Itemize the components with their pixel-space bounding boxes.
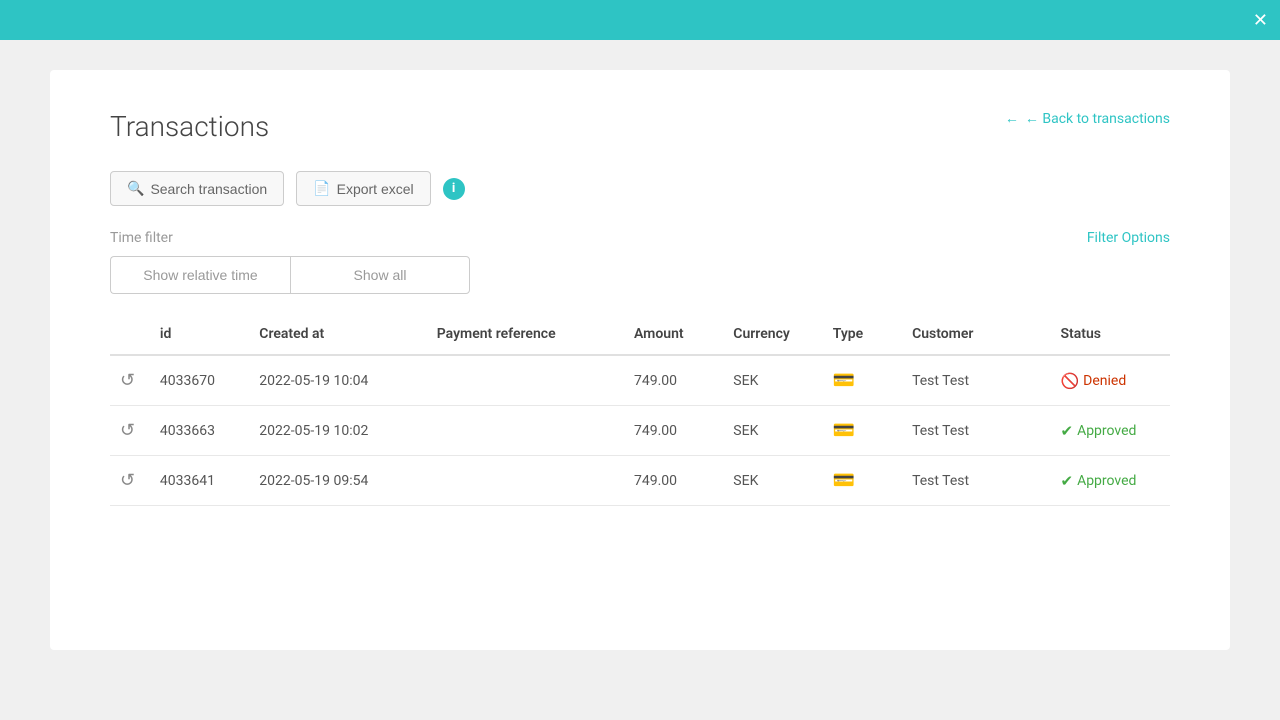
col-header-payref: Payment reference xyxy=(427,314,624,355)
row-amount: 749.00 xyxy=(624,406,723,456)
time-filter-buttons: Show relative time Show all xyxy=(110,256,1170,294)
row-type: 💳 xyxy=(823,406,902,456)
row-amount: 749.00 xyxy=(624,456,723,506)
show-all-button[interactable]: Show all xyxy=(290,256,470,294)
denied-icon: 🚫 xyxy=(1060,372,1079,390)
row-type: 💳 xyxy=(823,456,902,506)
col-header-amount: Amount xyxy=(624,314,723,355)
table-row[interactable]: ↺40336632022-05-19 10:02 749.00SEK 💳 Test T… xyxy=(110,406,1170,456)
row-created-at: 2022-05-19 10:02 xyxy=(249,406,426,456)
row-customer: Test Test xyxy=(902,355,1050,406)
show-relative-time-button[interactable]: Show relative time xyxy=(110,256,290,294)
row-undo-icon[interactable]: ↺ xyxy=(110,355,150,406)
row-amount: 749.00 xyxy=(624,355,723,406)
row-payment-reference xyxy=(427,355,624,406)
check-icon: ✔ xyxy=(1060,422,1073,440)
time-filter-section: Time filter Filter Options Show relative… xyxy=(110,230,1170,294)
col-header-currency: Currency xyxy=(723,314,822,355)
row-status: ✔ Approved xyxy=(1050,406,1170,456)
row-id: 4033670 xyxy=(150,355,249,406)
row-id: 4033663 xyxy=(150,406,249,456)
status-approved: ✔ Approved xyxy=(1060,422,1160,440)
row-undo-icon[interactable]: ↺ xyxy=(110,406,150,456)
time-filter-label: Time filter xyxy=(110,230,173,246)
row-undo-icon[interactable]: ↺ xyxy=(110,456,150,506)
col-header-created: Created at xyxy=(249,314,426,355)
filter-options-link[interactable]: Filter Options xyxy=(1087,230,1170,246)
status-denied: 🚫 Denied xyxy=(1060,372,1160,390)
back-to-transactions-link[interactable]: ← ← Back to transactions xyxy=(1005,110,1170,127)
row-payment-reference xyxy=(427,456,624,506)
toolbar: 🔍 Search transaction 📄 Export excel i xyxy=(110,171,1170,206)
page-wrapper: ← ← Back to transactions Transactions 🔍 … xyxy=(0,40,1280,720)
search-icon: 🔍 xyxy=(127,180,144,197)
row-created-at: 2022-05-19 10:04 xyxy=(249,355,426,406)
content-card: ← ← Back to transactions Transactions 🔍 … xyxy=(50,70,1230,650)
table-header-row: id Created at Payment reference Amount C… xyxy=(110,314,1170,355)
close-icon[interactable]: ✕ xyxy=(1253,10,1268,31)
row-status: ✔ Approved xyxy=(1050,456,1170,506)
row-customer: Test Test xyxy=(902,406,1050,456)
row-payment-reference xyxy=(427,406,624,456)
back-arrow-icon: ← xyxy=(1005,110,1019,127)
export-icon: 📄 xyxy=(313,180,330,197)
row-currency: SEK xyxy=(723,355,822,406)
col-header-status: Status xyxy=(1050,314,1170,355)
row-id: 4033641 xyxy=(150,456,249,506)
table-row[interactable]: ↺40336702022-05-19 10:04 749.00SEK 💳 Test T… xyxy=(110,355,1170,406)
row-currency: SEK xyxy=(723,456,822,506)
col-header-type: Type xyxy=(823,314,902,355)
time-filter-header: Time filter Filter Options xyxy=(110,230,1170,246)
row-status: 🚫 Denied xyxy=(1050,355,1170,406)
card-icon: 💳 xyxy=(833,420,855,441)
col-header-customer: Customer xyxy=(902,314,1050,355)
export-excel-button[interactable]: 📄 Export excel xyxy=(296,171,430,206)
row-type: 💳 xyxy=(823,355,902,406)
row-created-at: 2022-05-19 09:54 xyxy=(249,456,426,506)
card-icon: 💳 xyxy=(833,470,855,491)
table-row[interactable]: ↺40336412022-05-19 09:54 749.00SEK 💳 Test T… xyxy=(110,456,1170,506)
card-icon: 💳 xyxy=(833,370,855,391)
back-link-text: ← Back to transactions xyxy=(1025,110,1170,127)
col-header-icon xyxy=(110,314,150,355)
info-icon[interactable]: i xyxy=(443,178,465,200)
col-header-id: id xyxy=(150,314,249,355)
row-currency: SEK xyxy=(723,406,822,456)
search-transaction-button[interactable]: 🔍 Search transaction xyxy=(110,171,284,206)
search-button-label: Search transaction xyxy=(150,181,267,197)
row-customer: Test Test xyxy=(902,456,1050,506)
status-approved: ✔ Approved xyxy=(1060,472,1160,490)
check-icon: ✔ xyxy=(1060,472,1073,490)
transactions-table: id Created at Payment reference Amount C… xyxy=(110,314,1170,506)
top-bar: ✕ xyxy=(0,0,1280,40)
export-button-label: Export excel xyxy=(337,181,414,197)
